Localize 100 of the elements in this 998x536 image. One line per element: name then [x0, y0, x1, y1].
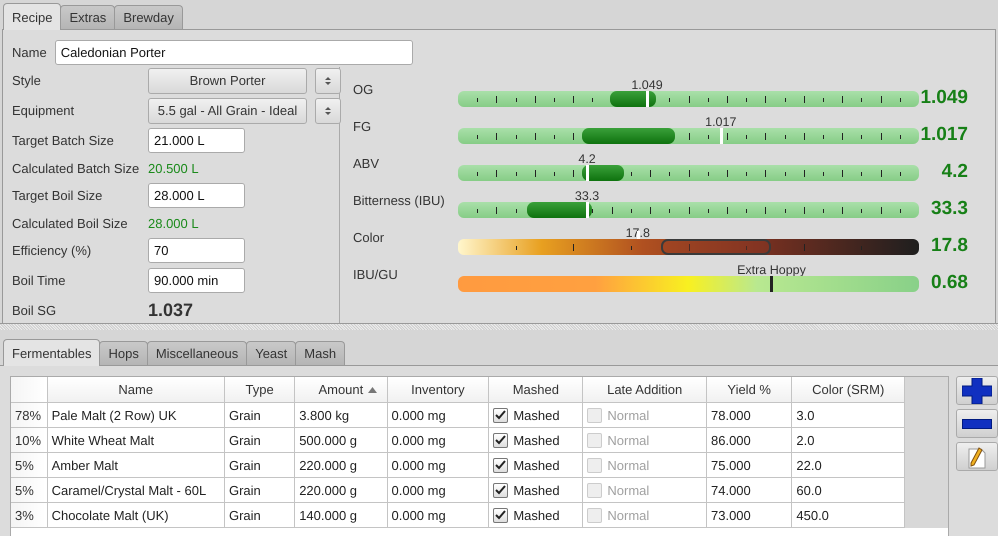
boil-sg-value: 1.037 [148, 300, 194, 321]
field-label: Target Boil Size [12, 188, 104, 203]
name-field[interactable]: Caledonian Porter [54, 40, 413, 65]
checkbox[interactable] [493, 508, 508, 522]
row-percent: 3% [15, 508, 34, 522]
calculated-value: 20.500 L [148, 160, 199, 176]
checkbox-label: Mashed [513, 482, 560, 498]
field-label: Calculated Batch Size [12, 160, 140, 176]
table-cell: Pale Malt (2 Row) UK [52, 408, 177, 422]
table-cell: 220.000 g [299, 482, 358, 498]
plus-icon [962, 378, 992, 404]
input-field[interactable]: 90.000 min [148, 268, 245, 293]
table-cell: Grain [228, 508, 261, 522]
dropdown-button[interactable]: 5.5 gal - All Grain - Ideal [148, 98, 307, 124]
tab[interactable]: Miscellaneous [146, 341, 248, 365]
marker-label: 4.2 [578, 152, 596, 166]
field-label: Target Batch Size [12, 133, 115, 148]
meter-value: 1.049 [919, 87, 968, 110]
spin-button[interactable] [315, 68, 341, 94]
field-label: Calculated Boil Size [12, 216, 129, 230]
marker-label: 1.017 [705, 115, 736, 129]
tab[interactable]: Hops [99, 341, 148, 365]
input-field[interactable]: 28.000 L [148, 183, 245, 208]
tab[interactable]: Recipe [3, 3, 62, 30]
edit-button[interactable] [956, 442, 998, 471]
field-label: Equipment [12, 103, 76, 118]
checkbox-label: Mashed [513, 508, 560, 522]
tab[interactable]: Extras [60, 5, 116, 29]
checkbox[interactable] [493, 458, 508, 472]
marker-label: 33.3 [574, 189, 600, 203]
table-cell: Grain [228, 458, 261, 472]
meter-value: 33.3 [930, 198, 968, 221]
range-band [610, 91, 656, 107]
marker-label: Extra Hoppy [737, 263, 806, 277]
marker-label: 1.049 [631, 78, 663, 92]
checkbox-label: Normal [607, 408, 650, 422]
table-cell: 22.0 [796, 458, 822, 472]
row-percent: 5% [15, 458, 34, 472]
checkbox[interactable] [493, 482, 508, 498]
table-cell: 500.000 g [299, 432, 358, 448]
meter-value: 1.017 [919, 124, 968, 147]
tab[interactable]: Mash [295, 341, 346, 365]
row-percent: 78% [15, 408, 42, 422]
checkbox[interactable] [493, 432, 508, 448]
row-percent: 5% [15, 482, 34, 498]
table-cell: 86.000 [711, 432, 751, 448]
table-cell: Amber Malt [52, 458, 118, 472]
checkbox-label: Normal [607, 508, 650, 522]
meter-label: Color [353, 229, 386, 245]
table-cell: 0.000 mg [392, 408, 446, 422]
table-cell: 140.000 g [299, 508, 358, 522]
tab[interactable]: Yeast [246, 341, 296, 365]
sort-ascending-icon [368, 387, 376, 393]
calculated-value: 28.000 L [148, 216, 199, 230]
meter-value: 0.68 [930, 272, 968, 295]
range-band [582, 165, 624, 181]
remove-button[interactable] [956, 409, 998, 438]
field-label: Style [12, 73, 42, 88]
up-down-arrows-icon [325, 76, 331, 86]
table-cell: 220.000 g [299, 458, 358, 472]
table-cell: 0.000 mg [392, 482, 446, 498]
table-cell: Grain [228, 482, 261, 498]
table-cell: 60.0 [796, 482, 822, 498]
table-cell: 0.000 mg [392, 432, 446, 448]
table-cell: 78.000 [711, 408, 751, 422]
checkbox-label: Normal [607, 482, 650, 498]
table-cell: 74.000 [711, 482, 751, 498]
table-cell: Caramel/Crystal Malt - 60L [52, 482, 206, 498]
pencil-on-paper-icon [967, 444, 987, 468]
meter-value: 17.8 [930, 235, 968, 258]
table-cell: 450.0 [796, 508, 829, 522]
table-cell: 3.0 [796, 408, 814, 422]
splitter-handle[interactable] [0, 323, 998, 330]
table-cell: Grain [228, 408, 261, 422]
input-field[interactable]: 70 [148, 238, 245, 263]
checkbox-label: Normal [607, 432, 650, 448]
checkbox-label: Mashed [513, 432, 560, 448]
input-field[interactable]: 21.000 L [148, 128, 245, 153]
tab[interactable]: Fermentables [3, 339, 100, 366]
field-label: Name [12, 45, 47, 60]
checkbox[interactable] [493, 408, 508, 422]
meter-label: OG [353, 81, 374, 97]
spin-button[interactable] [315, 98, 341, 124]
dropdown-button[interactable]: Brown Porter [148, 68, 307, 94]
meter-value: 4.2 [940, 161, 968, 184]
table-cell: 0.000 mg [392, 508, 446, 522]
tab[interactable]: Brewday [114, 5, 183, 29]
meter-label: ABV [353, 155, 380, 171]
meter-label: Bitterness (IBU) [353, 192, 446, 208]
add-button[interactable] [956, 376, 998, 405]
meter-label: FG [353, 118, 372, 134]
up-down-arrows-icon [325, 106, 331, 116]
table-cell: 2.0 [796, 432, 814, 448]
checkbox-label: Mashed [513, 408, 560, 422]
minus-icon [962, 418, 992, 428]
range-band [527, 202, 592, 218]
meter-label: IBU/GU [353, 266, 399, 282]
table-cell: White Wheat Malt [52, 432, 154, 448]
row-percent: 10% [15, 432, 42, 448]
table-cell: 75.000 [711, 458, 751, 472]
